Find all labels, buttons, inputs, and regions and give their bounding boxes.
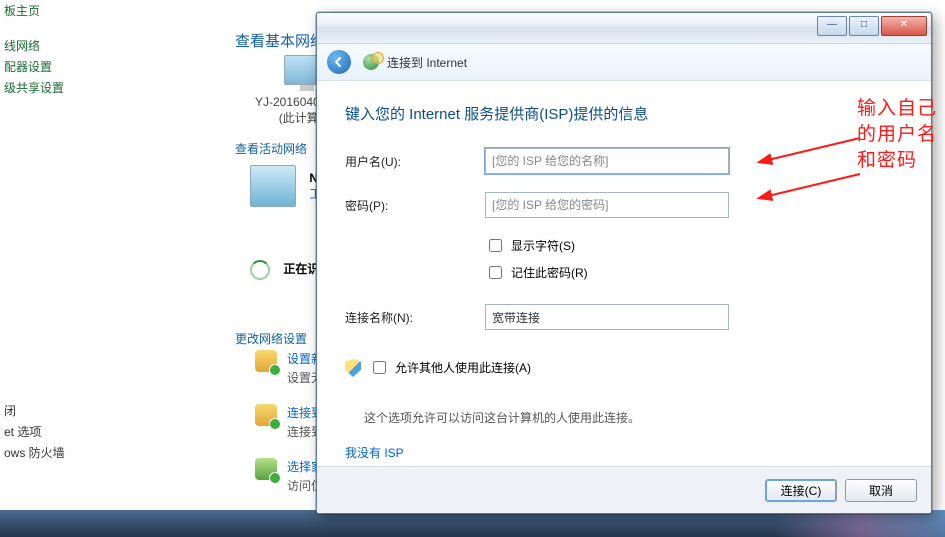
maximize-button[interactable]: □ (849, 16, 879, 36)
remember-password-checkbox[interactable] (489, 266, 502, 279)
allow-others-checkbox[interactable] (373, 361, 386, 374)
taskbar (0, 510, 945, 537)
connect-to-internet-dialog: — □ ✕ 连接到 Internet 键入您的 Internet 服务提供商(I… (316, 12, 932, 514)
username-input[interactable] (485, 148, 729, 174)
wizard-title: 连接到 Internet (387, 54, 467, 71)
server-icon (250, 165, 296, 207)
username-label: 用户名(U): (345, 153, 485, 170)
internet-icon (363, 54, 379, 70)
titlebar[interactable]: — □ ✕ (317, 13, 931, 44)
password-input[interactable] (485, 192, 729, 218)
shield-icon (345, 359, 361, 377)
password-label: 密码(P): (345, 197, 485, 214)
minimize-button[interactable]: — (817, 16, 847, 36)
connection-icon (255, 350, 277, 372)
network-icon (255, 404, 277, 426)
nav-item[interactable]: 闭 (0, 400, 80, 421)
connection-name-row: 连接名称(N): (345, 304, 903, 330)
password-row: 密码(P): (345, 192, 903, 218)
nav-item[interactable]: ows 防火墙 (0, 442, 80, 463)
annotation-text: 输入自己的用户名和密码 (857, 96, 941, 174)
dialog-footer: 连接(C) 取消 (317, 466, 931, 513)
nav-item[interactable]: 级共享设置 (0, 77, 80, 98)
nav-item[interactable]: 板主页 (0, 0, 80, 21)
spinner-icon (250, 260, 270, 280)
section-change-settings: 更改网络设置 (235, 330, 307, 347)
show-characters-checkbox[interactable] (489, 239, 502, 252)
username-row: 用户名(U): (345, 148, 903, 174)
section-active-networks: 查看活动网络 (235, 140, 307, 157)
close-button[interactable]: ✕ (881, 16, 927, 36)
allow-others-row: 允许其他人使用此连接(A) (345, 358, 903, 377)
show-characters-label: 显示字符(S) (511, 237, 575, 254)
nav-item[interactable]: 线网络 (0, 35, 80, 56)
instruction-heading: 键入您的 Internet 服务提供商(ISP)提供的信息 (345, 103, 903, 124)
connect-button[interactable]: 连接(C) (765, 479, 837, 502)
nav-item[interactable]: 配器设置 (0, 56, 80, 77)
cancel-button[interactable]: 取消 (845, 479, 917, 502)
back-button[interactable] (327, 50, 351, 74)
connection-name-input[interactable] (485, 304, 729, 330)
remember-password-label: 记住此密码(R) (511, 264, 588, 281)
wizard-header: 连接到 Internet (317, 44, 931, 81)
homegroup-icon (255, 458, 277, 480)
see-also-nav: 闭 et 选项 ows 防火墙 (0, 400, 80, 463)
connection-name-label: 连接名称(N): (345, 309, 485, 326)
no-isp-link[interactable]: 我没有 ISP (345, 446, 404, 460)
allow-others-label: 允许其他人使用此连接(A) (395, 359, 531, 376)
nav-item[interactable]: et 选项 (0, 421, 80, 442)
allow-others-desc: 这个选项允许可以访问这台计算机的人使用此连接。 (364, 409, 640, 426)
